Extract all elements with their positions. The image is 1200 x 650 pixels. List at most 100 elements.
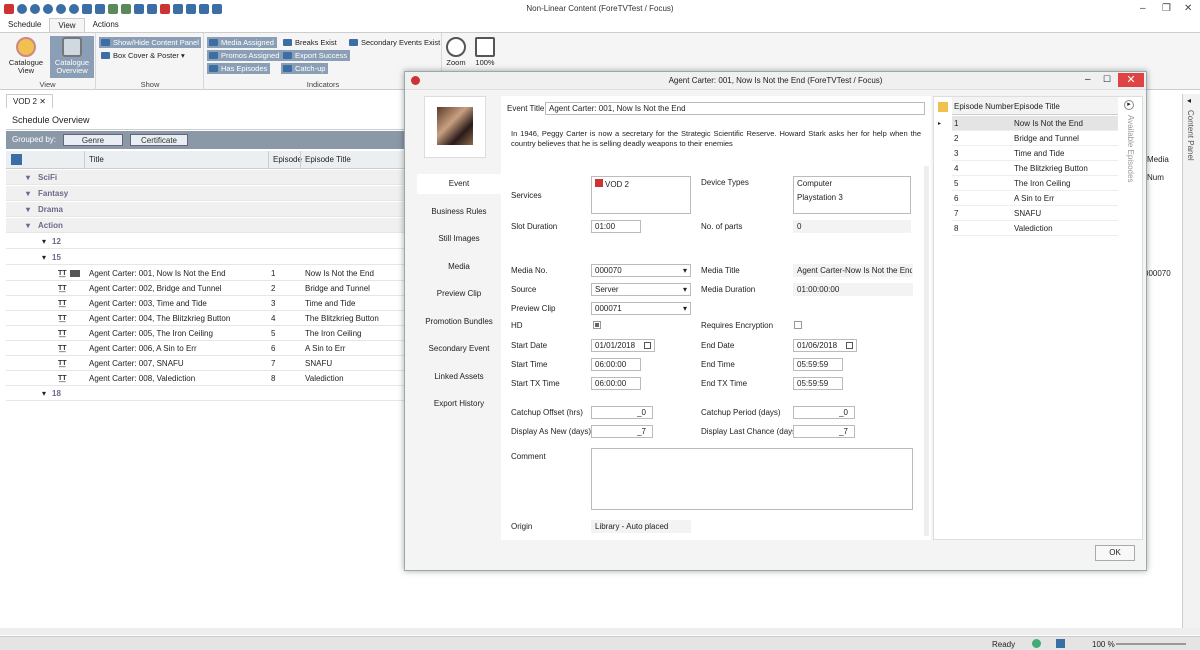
minimize-icon[interactable]: – [1140,3,1146,14]
collapse-icon[interactable]: ◂ [1187,96,1191,105]
end-date-input[interactable]: 01/06/2018 [793,339,857,352]
catalogue-view-button[interactable]: Catalogue View [6,36,46,78]
promos-assigned-button[interactable]: Promos Assigned [207,50,283,61]
nav-linked-assets[interactable]: Linked Assets [417,367,501,387]
nav-export-history[interactable]: Export History [417,394,501,414]
display-last-input[interactable]: _7 [793,425,855,438]
column-chooser-icon[interactable] [11,154,22,165]
column-episode[interactable]: Episode [268,151,302,169]
nav-secondary-event[interactable]: Secondary Event [417,339,501,359]
start-tx-label: Start TX Time [511,379,560,388]
show-hide-content-panel-button[interactable]: Show/Hide Content Panel [99,37,201,48]
has-episodes-button[interactable]: Has Episodes [207,63,271,74]
group-toggle-icon[interactable]: ▾ [26,170,30,185]
episode-row[interactable]: 6 A Sin to Err [952,191,1118,206]
calendar-icon[interactable] [644,342,651,349]
row-title[interactable]: Agent Carter: 003, Time and Tide [89,296,207,311]
tab-vod-2[interactable]: VOD 2 ✕ [6,94,53,108]
start-date-input[interactable]: 01/01/2018 [591,339,655,352]
nav-media[interactable]: Media [417,257,501,277]
media-no-select[interactable]: 000070 [591,264,691,277]
breaks-exist-button[interactable]: Breaks Exist [281,37,340,48]
column-title[interactable]: Title [84,151,268,169]
episode-row[interactable]: 3 Time and Tide [952,146,1118,161]
zoom-slider[interactable] [1116,643,1186,645]
row-title[interactable]: Agent Carter: 006, A Sin to Err [89,341,197,356]
form-scrollbar[interactable] [924,166,929,536]
source-select[interactable]: Server [591,283,691,296]
horizontal-scrollbar[interactable] [0,628,1200,635]
group-toggle-icon[interactable]: ▾ [42,386,46,401]
ok-button[interactable]: OK [1095,545,1135,561]
nav-business-rules[interactable]: Business Rules [417,202,501,222]
column-media-num[interactable]: Media Num [1142,151,1182,182]
media-assigned-button[interactable]: Media Assigned [207,37,277,48]
device-type-item[interactable]: Computer [797,177,910,191]
nav-preview-clip[interactable]: Preview Clip [417,284,501,304]
group-chip-certificate[interactable]: Certificate [130,134,188,146]
nav-still-images[interactable]: Still Images [417,229,501,249]
episode-row[interactable]: 2 Bridge and Tunnel [952,131,1118,146]
group-toggle-icon[interactable]: ▾ [26,202,30,217]
start-time-input[interactable]: 06:00:00 [591,358,641,371]
row-title[interactable]: Agent Carter: 002, Bridge and Tunnel [89,281,222,296]
comment-input[interactable] [591,448,913,510]
catalogue-overview-button[interactable]: Catalogue Overview [50,36,94,78]
start-tx-input[interactable]: 06:00:00 [591,377,641,390]
end-time-label: End Time [701,360,735,369]
column-chooser-icon[interactable] [938,102,948,112]
services-list[interactable]: VOD 2 [591,176,691,214]
tab-close-icon[interactable]: ✕ [39,97,46,106]
episode-row[interactable]: 7 SNAFU [952,206,1118,221]
group-toggle-icon[interactable]: ▾ [26,186,30,201]
column-episode-number[interactable]: Episode Number [954,102,1014,111]
calendar-icon[interactable] [846,342,853,349]
episode-row[interactable]: 1 Now Is Not the End [952,116,1118,131]
end-time-input[interactable]: 05:59:59 [793,358,843,371]
event-title-input[interactable]: Agent Carter: 001, Now Is Not the End [545,102,925,115]
group-chip-genre[interactable]: Genre [63,134,123,146]
end-tx-input[interactable]: 05:59:59 [793,377,843,390]
episode-row[interactable]: 8 Valediction [952,221,1118,236]
column-episode-title[interactable]: Episode Title [1014,102,1060,111]
encryption-checkbox[interactable] [794,321,802,329]
box-cover-poster-button[interactable]: Box Cover & Poster ▾ [99,50,188,61]
group-toggle-icon[interactable]: ▾ [42,234,46,249]
device-types-list[interactable]: Computer Playstation 3 [793,176,911,214]
poster-thumbnail[interactable] [424,96,486,158]
hd-checkbox[interactable] [593,321,601,329]
nav-promotion-bundles[interactable]: Promotion Bundles [417,312,501,332]
display-new-input[interactable]: _7 [591,425,653,438]
column-episode-title[interactable]: Episode Title [300,151,400,169]
content-panel-tab[interactable]: Content Panel [1186,110,1195,161]
synopsis-text[interactable]: In 1946, Peggy Carter is now a secretary… [511,129,921,149]
catch-up-button[interactable]: Catch-up [281,63,329,74]
episode-row[interactable]: 5 The Iron Ceiling [952,176,1118,191]
catchup-offset-input[interactable]: _0 [591,406,653,419]
group-toggle-icon[interactable]: ▾ [26,218,30,233]
preview-clip-select[interactable]: 000071 [591,302,691,315]
row-title[interactable]: Agent Carter: 005, The Iron Ceiling [89,326,213,341]
export-success-button[interactable]: Export Success [281,50,351,61]
episode-row[interactable]: 4 The Blitzkrieg Button [952,161,1118,176]
tab-actions[interactable]: Actions [85,18,127,32]
dialog-maximize-icon[interactable]: ☐ [1103,74,1111,85]
slot-duration-input[interactable]: 01:00 [591,220,641,233]
row-title[interactable]: Agent Carter: 004, The Blitzkrieg Button [89,311,230,326]
row-title[interactable]: Agent Carter: 001, Now Is Not the End [89,266,226,281]
tab-schedule[interactable]: Schedule [0,18,49,32]
close-icon[interactable]: ✕ [1184,3,1192,14]
restore-icon[interactable]: ❐ [1162,3,1171,14]
nav-event[interactable]: Event [417,174,501,194]
catchup-period-input[interactable]: _0 [793,406,855,419]
expand-icon[interactable]: ▸ [1124,100,1134,110]
dialog-minimize-icon[interactable]: – [1085,74,1091,85]
available-episodes-tab[interactable]: Available Episodes [1126,115,1135,182]
tab-view[interactable]: View [49,18,85,32]
row-title[interactable]: Agent Carter: 008, Valediction [89,371,195,386]
device-type-item[interactable]: Playstation 3 [797,191,910,205]
dialog-close-button[interactable]: ✕ [1118,73,1144,87]
row-title[interactable]: Agent Carter: 007, SNAFU [89,356,184,371]
group-toggle-icon[interactable]: ▾ [42,250,46,265]
secondary-events-exist-button[interactable]: Secondary Events Exist [347,37,443,48]
